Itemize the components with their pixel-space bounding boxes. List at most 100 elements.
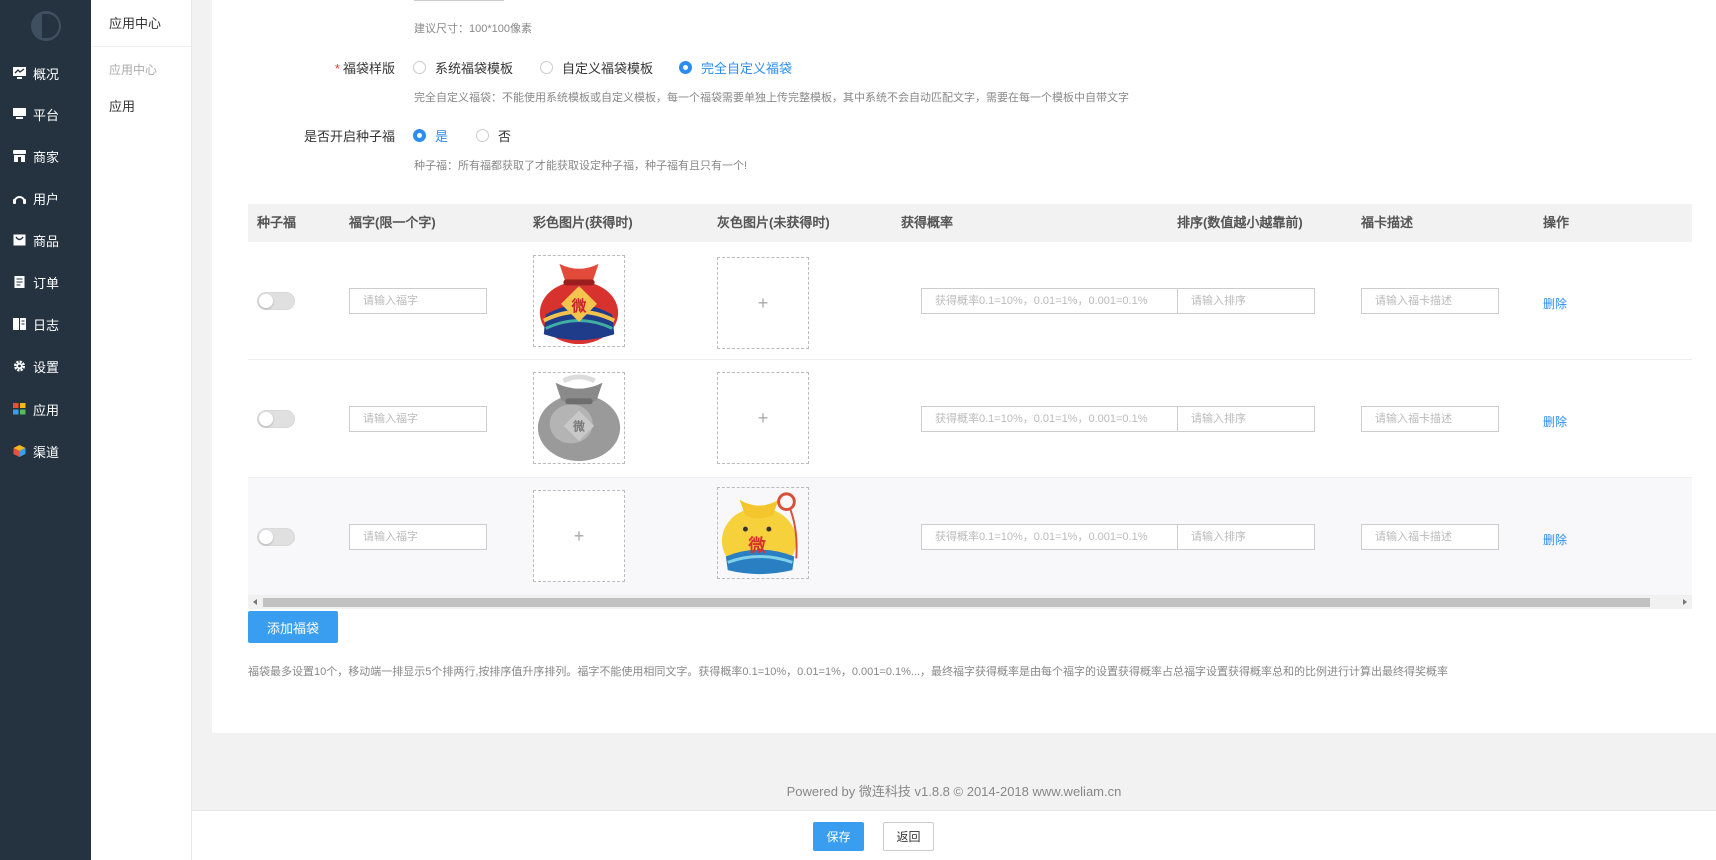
radio-dot <box>679 61 692 74</box>
scrollbar-thumb[interactable] <box>263 598 1650 607</box>
add-lucky-bag-button[interactable]: 添加福袋 <box>248 611 338 643</box>
sub-sidebar: 应用中心 应用中心 应用 <box>91 0 192 860</box>
table-row: 微 + 删除 <box>248 360 1692 478</box>
red-lucky-bag-image: 微 <box>539 263 619 345</box>
seed-option-yes[interactable]: 是 <box>413 126 448 145</box>
sidebar-item-label: 平台 <box>33 107 60 123</box>
scroll-right-arrow-icon[interactable] <box>1683 599 1687 605</box>
radio-label: 系统福袋模板 <box>435 61 514 76</box>
user-icon <box>13 192 26 204</box>
sort-input[interactable] <box>1177 288 1315 314</box>
plus-icon: + <box>757 407 769 428</box>
sort-input[interactable] <box>1177 406 1315 432</box>
style-option-custom[interactable]: 自定义福袋模板 <box>540 58 653 77</box>
color-image-upload[interactable]: 微 <box>533 372 625 464</box>
probability-input[interactable] <box>921 406 1179 432</box>
color-image-upload[interactable]: + <box>533 490 625 582</box>
upload-field-border <box>414 0 504 1</box>
sidebar-item-label: 概况 <box>33 66 60 82</box>
header-probability: 获得概率 <box>901 215 954 230</box>
sidebar-item-apps[interactable]: 应用 <box>0 389 91 429</box>
table-horizontal-scrollbar[interactable] <box>248 596 1692 609</box>
sub-sidebar-title: 应用中心 <box>91 0 191 47</box>
gear-icon <box>13 360 26 372</box>
color-image-upload[interactable]: 微 <box>533 255 625 347</box>
sidebar-item-label: 设置 <box>33 359 60 375</box>
seed-toggle[interactable] <box>257 410 295 428</box>
gray-lucky-bag-image: 微 <box>537 374 621 462</box>
radio-label: 否 <box>498 129 512 144</box>
lucky-bag-note: 福袋最多设置10个，移动端一排显示5个排两行,按排序值升序排列。福字不能使用相同… <box>248 666 1449 678</box>
description-input[interactable] <box>1361 406 1499 432</box>
description-input[interactable] <box>1361 524 1499 550</box>
style-label-text: 福袋样版 <box>342 61 395 76</box>
goods-icon <box>13 234 26 246</box>
table-row: + 微 删除 <box>248 478 1692 596</box>
sidebar-item-channel[interactable]: 渠道 <box>0 431 91 471</box>
radio-label: 是 <box>435 129 449 144</box>
sidebar-item-platform[interactable]: 平台 <box>0 94 91 134</box>
sidebar-item-label: 用户 <box>33 191 60 207</box>
radio-dot <box>413 61 426 74</box>
header-gray-image: 灰色图片(未获得时) <box>717 215 830 230</box>
seed-option-no[interactable]: 否 <box>476 126 511 145</box>
probability-input[interactable] <box>921 524 1179 550</box>
radio-dot <box>540 61 553 74</box>
probability-input[interactable] <box>921 288 1179 314</box>
seed-hint: 种子福：所有福都获取了才能获取设定种子福，种子福有且只有一个! <box>414 160 748 172</box>
description-input[interactable] <box>1361 288 1499 314</box>
header-sort: 排序(数值越小越靠前) <box>1177 215 1303 230</box>
header-seed: 种子福 <box>257 215 297 230</box>
sidebar-item-log[interactable]: 日志 <box>0 304 91 344</box>
style-label: * 福袋样版 <box>280 58 395 77</box>
seed-toggle[interactable] <box>257 528 295 546</box>
required-mark: * <box>334 61 340 76</box>
yellow-lucky-bag-image: 微 <box>721 492 798 575</box>
footer-powered-by: Powered by 微连科技 v1.8.8 © 2014-2018 www.w… <box>786 784 1122 799</box>
save-button[interactable]: 保存 <box>813 822 864 851</box>
log-icon <box>13 318 26 330</box>
scroll-left-arrow-icon[interactable] <box>253 599 257 605</box>
sidebar-item-overview[interactable]: 概况 <box>0 53 91 93</box>
plus-icon: + <box>757 292 769 313</box>
delete-link[interactable]: 删除 <box>1543 413 1567 430</box>
bottom-action-bar <box>192 810 1716 860</box>
back-button[interactable]: 返回 <box>883 822 934 851</box>
sort-input[interactable] <box>1177 524 1315 550</box>
sidebar-item-order[interactable]: 订单 <box>0 262 91 302</box>
header-action: 操作 <box>1543 215 1570 230</box>
sidebar-item-merchant[interactable]: 商家 <box>0 136 91 176</box>
radio-dot <box>476 129 489 142</box>
plus-icon: + <box>573 525 585 546</box>
delete-link[interactable]: 删除 <box>1543 531 1567 548</box>
sidebar-item-goods[interactable]: 商品 <box>0 220 91 260</box>
size-hint: 建议尺寸：100*100像素 <box>414 23 532 35</box>
fu-char-input[interactable] <box>349 524 487 550</box>
radio-dot <box>413 129 426 142</box>
dashboard-icon <box>13 67 26 79</box>
sidebar-item-user[interactable]: 用户 <box>0 178 91 218</box>
gray-image-upload[interactable]: + <box>717 372 809 464</box>
gray-image-upload[interactable]: 微 <box>717 487 809 579</box>
style-option-system[interactable]: 系统福袋模板 <box>413 58 513 77</box>
sidebar-item-settings[interactable]: 设置 <box>0 346 91 386</box>
header-description: 福卡描述 <box>1361 215 1414 230</box>
radio-label: 自定义福袋模板 <box>562 61 654 76</box>
header-color-image: 彩色图片(获得时) <box>533 215 633 230</box>
svg-text:微: 微 <box>747 536 766 557</box>
table-header: 种子福 福字(限一个字) 彩色图片(获得时) 灰色图片(未获得时) 获得概率 排… <box>248 204 1692 242</box>
sub-sidebar-item-apps[interactable]: 应用 <box>109 96 135 115</box>
delete-link[interactable]: 删除 <box>1543 295 1567 312</box>
radio-label: 完全自定义福袋 <box>701 61 793 76</box>
channel-cube-icon <box>13 445 26 457</box>
sidebar-item-label: 日志 <box>33 317 60 333</box>
seed-toggle[interactable] <box>257 292 295 310</box>
order-icon <box>13 276 26 288</box>
svg-text:微: 微 <box>571 297 587 315</box>
fu-char-input[interactable] <box>349 288 487 314</box>
gray-image-upload[interactable]: + <box>717 257 809 349</box>
fu-char-input[interactable] <box>349 406 487 432</box>
logo[interactable] <box>31 11 61 41</box>
header-fu-char: 福字(限一个字) <box>349 215 436 230</box>
style-option-fully-custom[interactable]: 完全自定义福袋 <box>679 58 792 77</box>
